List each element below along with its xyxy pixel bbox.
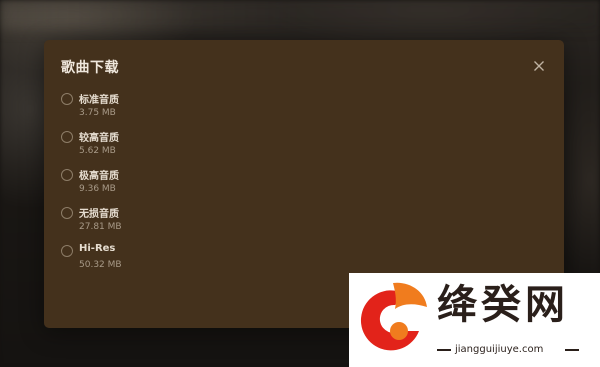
- close-button[interactable]: [531, 58, 547, 74]
- quality-option-lossless[interactable]: 无损音质 27.81 MB: [61, 205, 261, 243]
- option-size: 9.36 MB: [79, 184, 116, 194]
- radio-button[interactable]: [61, 169, 73, 181]
- radio-button[interactable]: [61, 245, 73, 257]
- option-label: 极高音质: [79, 171, 119, 182]
- option-size: 50.32 MB: [79, 260, 122, 270]
- watermark-url: jiangguijiuye.com: [455, 344, 544, 355]
- watermark-url-row: jiangguijiuye.com: [437, 343, 587, 357]
- divider-line: [565, 349, 579, 351]
- radio-button[interactable]: [61, 93, 73, 105]
- blurred-background-stripe: [0, 0, 600, 30]
- close-icon: [534, 61, 544, 71]
- divider-line: [437, 349, 451, 351]
- watermark-logo-icon: [360, 282, 427, 351]
- quality-option-extreme[interactable]: 极高音质 9.36 MB: [61, 167, 261, 205]
- option-label: Hi-Res: [79, 243, 116, 254]
- radio-button[interactable]: [61, 131, 73, 143]
- watermark: 绛癸网 jiangguijiuye.com: [349, 273, 600, 367]
- option-size: 5.62 MB: [79, 146, 116, 156]
- watermark-title: 绛癸网: [437, 282, 569, 328]
- option-size: 27.81 MB: [79, 222, 122, 232]
- dialog-title: 歌曲下载: [61, 60, 119, 76]
- radio-button[interactable]: [61, 207, 73, 219]
- option-size: 3.75 MB: [79, 108, 116, 118]
- option-label: 标准音质: [79, 95, 119, 106]
- option-label: 无损音质: [79, 209, 119, 220]
- option-label: 较高音质: [79, 133, 119, 144]
- quality-option-list: 标准音质 3.75 MB 较高音质 5.62 MB 极高音质 9.36 MB 无…: [61, 91, 261, 281]
- quality-option-higher[interactable]: 较高音质 5.62 MB: [61, 129, 261, 167]
- quality-option-hi-res[interactable]: Hi-Res 50.32 MB: [61, 243, 261, 281]
- quality-option-standard[interactable]: 标准音质 3.75 MB: [61, 91, 261, 129]
